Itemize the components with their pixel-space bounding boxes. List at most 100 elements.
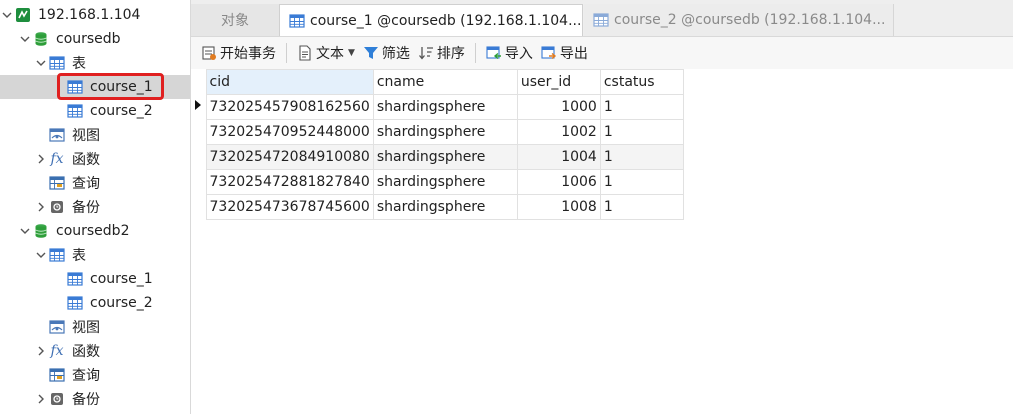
tree-views-coursedb2[interactable]: 视图 — [0, 315, 190, 339]
tables-folder-label: 表 — [72, 56, 86, 72]
row-indicator — [194, 170, 206, 195]
cell-user-id[interactable]: 1004 — [516, 144, 601, 170]
backup-icon — [48, 390, 66, 408]
tree-backups-coursedb[interactable]: 备份 — [0, 195, 190, 219]
cell-cid[interactable]: 732025472881827840 — [205, 169, 374, 195]
table-icon — [66, 102, 84, 120]
tree-tables-coursedb[interactable]: 表 — [0, 51, 190, 75]
backup-icon — [48, 198, 66, 216]
table-name-label: course_1 — [90, 271, 153, 287]
table-row[interactable]: 732025472881827840 shardingsphere 1006 1 — [194, 169, 684, 195]
column-header-cid[interactable]: cid — [205, 69, 374, 95]
tree-functions-coursedb[interactable]: fx 函数 — [0, 147, 190, 171]
cell-cstatus[interactable]: 1 — [599, 169, 684, 195]
tree-table-course-2-db2[interactable]: course_2 — [0, 291, 190, 315]
sort-button[interactable]: 排序 — [414, 39, 469, 67]
cell-cname[interactable]: shardingsphere — [372, 119, 518, 145]
export-button[interactable]: 导出 — [537, 39, 592, 67]
query-icon — [48, 366, 66, 384]
tables-folder-label: 表 — [72, 248, 86, 264]
cell-cstatus[interactable]: 1 — [599, 144, 684, 170]
tab-course-2[interactable]: course_2 @coursedb (192.168.1.104... — [584, 4, 894, 36]
tree-connection[interactable]: 192.168.1.104 — [0, 3, 190, 27]
export-icon — [541, 44, 557, 62]
current-row-indicator-icon — [194, 95, 206, 120]
text-view-button[interactable]: 文本 ▼ — [293, 39, 359, 67]
table-name-label: course_2 — [90, 103, 153, 119]
chevron-right-icon[interactable] — [34, 195, 48, 219]
table-icon — [48, 246, 66, 264]
column-header-cstatus[interactable]: cstatus — [599, 69, 684, 95]
table-row[interactable]: 732025457908162560 shardingsphere 1000 1 — [194, 94, 684, 120]
chevron-down-icon[interactable] — [0, 3, 14, 27]
db-name-label: coursedb — [56, 31, 121, 47]
table-row[interactable]: 732025473678745600 shardingsphere 1008 1 — [194, 194, 684, 220]
chevron-down-icon[interactable] — [18, 27, 32, 51]
chevron-right-icon[interactable] — [34, 147, 48, 171]
row-indicator — [194, 120, 206, 145]
tree-db-coursedb2[interactable]: coursedb2 — [0, 219, 190, 243]
tree-queries-coursedb2[interactable]: 查询 — [0, 363, 190, 387]
cell-cid[interactable]: 732025457908162560 — [205, 94, 374, 120]
cell-user-id[interactable]: 1008 — [516, 194, 601, 220]
cell-cid[interactable]: 732025472084910080 — [205, 144, 374, 170]
chevron-right-icon[interactable] — [34, 387, 48, 411]
tree-table-course-2[interactable]: course_2 — [0, 99, 190, 123]
cell-cid[interactable]: 732025470952448000 — [205, 119, 374, 145]
functions-label: 函数 — [72, 344, 100, 360]
backups-label: 备份 — [72, 200, 100, 216]
database-icon — [32, 222, 50, 240]
cell-cname[interactable]: shardingsphere — [372, 194, 518, 220]
cell-cstatus[interactable]: 1 — [599, 119, 684, 145]
table-row[interactable]: 732025472084910080 shardingsphere 1004 1 — [194, 144, 684, 170]
tree-table-course-1-db2[interactable]: course_1 — [0, 267, 190, 291]
tree-queries-coursedb[interactable]: 查询 — [0, 171, 190, 195]
filter-icon — [363, 44, 379, 62]
toolbar-divider — [286, 43, 287, 63]
cell-user-id[interactable]: 1000 — [516, 94, 601, 120]
cell-user-id[interactable]: 1002 — [516, 119, 601, 145]
cell-cstatus[interactable]: 1 — [599, 94, 684, 120]
import-button[interactable]: 导入 — [482, 39, 537, 67]
view-icon — [48, 126, 66, 144]
table-row[interactable]: 732025470952448000 shardingsphere 1002 1 — [194, 119, 684, 145]
views-label: 视图 — [72, 320, 100, 336]
tab-course-2-label: course_2 @coursedb (192.168.1.104... — [614, 12, 886, 28]
tree-functions-coursedb2[interactable]: fx 函数 — [0, 339, 190, 363]
tree-table-course-1[interactable]: course_1 — [0, 75, 190, 99]
import-icon — [486, 44, 502, 62]
chevron-right-icon[interactable] — [34, 339, 48, 363]
import-label: 导入 — [504, 46, 533, 62]
transaction-icon — [201, 44, 217, 62]
cell-cid[interactable]: 732025473678745600 — [205, 194, 374, 220]
tree-tables-coursedb2[interactable]: 表 — [0, 243, 190, 267]
database-icon — [32, 30, 50, 48]
tab-objects-label: 对象 — [221, 13, 249, 29]
text-view-label: 文本 — [316, 46, 344, 62]
tree-views-coursedb[interactable]: 视图 — [0, 123, 190, 147]
tab-objects[interactable]: 对象 — [191, 4, 279, 36]
column-header-user-id[interactable]: user_id — [516, 69, 601, 95]
begin-transaction-button[interactable]: 开始事务 — [197, 39, 280, 67]
cell-cname[interactable]: shardingsphere — [372, 94, 518, 120]
tab-course-1[interactable]: course_1 @coursedb (192.168.1.104... — [279, 4, 583, 36]
filter-button[interactable]: 筛选 — [359, 39, 414, 67]
table-icon — [288, 12, 306, 30]
functions-label: 函数 — [72, 152, 100, 168]
cell-user-id[interactable]: 1006 — [516, 169, 601, 195]
chevron-down-icon[interactable] — [18, 219, 32, 243]
tree-db-coursedb[interactable]: coursedb — [0, 27, 190, 51]
table-icon — [66, 294, 84, 312]
table-icon — [48, 54, 66, 72]
chevron-down-icon[interactable] — [34, 51, 48, 75]
cell-cname[interactable]: shardingsphere — [372, 144, 518, 170]
cell-cname[interactable]: shardingsphere — [372, 169, 518, 195]
queries-label: 查询 — [72, 176, 100, 192]
tree-backups-coursedb2[interactable]: 备份 — [0, 387, 190, 411]
table-icon — [66, 270, 84, 288]
column-header-cname[interactable]: cname — [372, 69, 518, 95]
grid-header-row: cid cname user_id cstatus — [194, 69, 684, 95]
db-name-label: coursedb2 — [56, 223, 130, 239]
chevron-down-icon[interactable] — [34, 243, 48, 267]
cell-cstatus[interactable]: 1 — [599, 194, 684, 220]
